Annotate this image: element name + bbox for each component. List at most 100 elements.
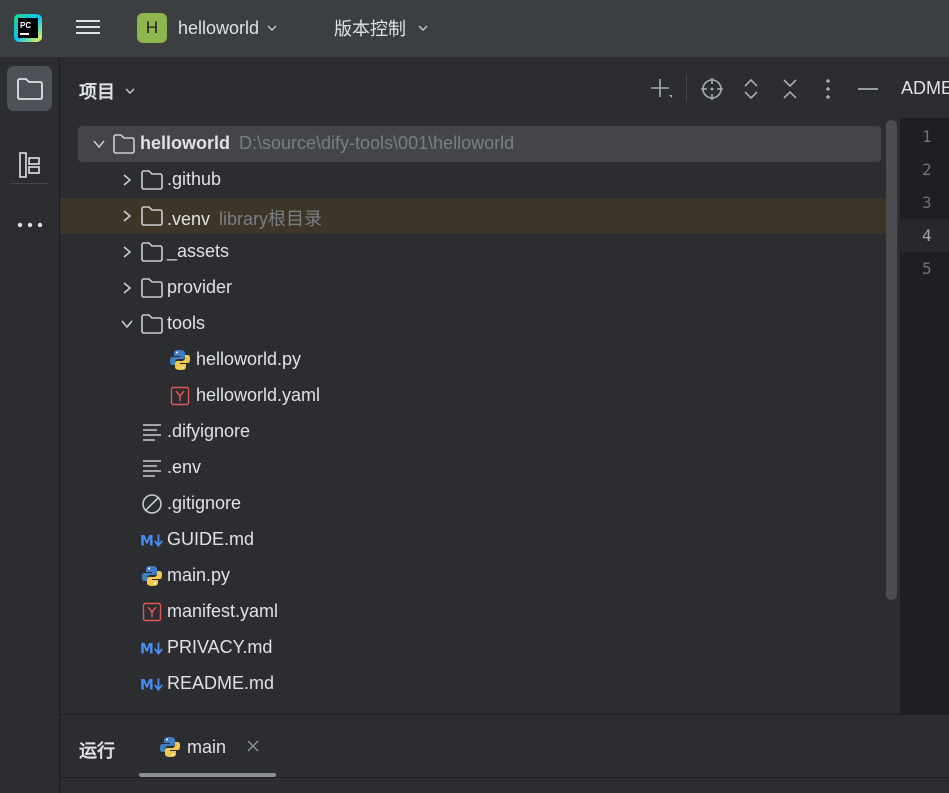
tree-folder-row[interactable]: tools [60, 306, 886, 342]
tree-item-name: main.py [167, 565, 231, 585]
chevron-down-icon [418, 25, 428, 31]
title-bar: PC H helloworld 版本控制 [0, 0, 949, 57]
run-tab-label: main [187, 737, 227, 757]
file-icon-wrapper [140, 456, 164, 480]
project-tool-button[interactable] [7, 66, 52, 111]
chevron-right-icon [123, 210, 132, 222]
locate-file-button[interactable] [700, 77, 724, 101]
line-number-text: 3 [922, 193, 932, 212]
header-separator [686, 74, 687, 102]
project-switcher[interactable]: H helloworld [137, 12, 277, 44]
line-number-text: 5 [922, 259, 932, 278]
svg-text:M: M [140, 678, 154, 694]
more-tools-button[interactable] [7, 202, 52, 247]
python-icon [170, 350, 190, 370]
tree-file-row[interactable]: manifest.yaml [60, 594, 886, 630]
collapse-all-button[interactable] [778, 77, 802, 101]
folder-icon [141, 242, 163, 262]
tree-item-name: helloworld.yaml [196, 385, 321, 405]
tree-file-row[interactable]: main.py [60, 558, 886, 594]
tree-folder-row[interactable]: .github [60, 162, 886, 198]
file-icon-wrapper [140, 492, 164, 516]
line-number: 3 [900, 186, 949, 219]
tree-item-name: .difyignore [167, 421, 251, 441]
tree-item-name: provider [167, 277, 233, 297]
structure-icon [18, 151, 40, 178]
tree-file-row[interactable]: M README.md [60, 666, 886, 702]
main-menu-button[interactable] [74, 16, 102, 40]
collapse-all-icon [783, 79, 797, 99]
tree-folder-row[interactable]: provider [60, 270, 886, 306]
tree-file-row[interactable]: helloworld.py [60, 342, 886, 378]
editor-area: ADME 1 2 3 4 5 [900, 57, 949, 714]
tree-file-row[interactable]: helloworld.yaml [60, 378, 886, 414]
tree-file-row[interactable]: .difyignore [60, 414, 886, 450]
file-icon-wrapper [112, 132, 136, 156]
chevron-down-icon [121, 320, 133, 329]
yaml-icon [170, 386, 190, 406]
minimize-icon [858, 88, 878, 90]
tree-file-row[interactable]: M PRIVACY.md [60, 630, 886, 666]
tree-file-row[interactable]: .env [60, 450, 886, 486]
project-view-selector[interactable]: 项目 [79, 78, 135, 104]
tree-file-row[interactable]: .gitignore [60, 486, 886, 522]
close-icon[interactable] [246, 739, 260, 753]
tree-item-label: tools [167, 313, 205, 334]
vcs-label: 版本控制 [334, 19, 406, 39]
tree-item-label: main.py [167, 565, 230, 586]
expand-all-icon [744, 78, 758, 100]
line-number: 5 [900, 252, 949, 285]
file-icon-wrapper [140, 564, 164, 588]
run-panel-title: 运行 [79, 741, 115, 761]
text-file-icon [143, 424, 161, 441]
line-number: 2 [900, 153, 949, 186]
editor-tab[interactable]: ADME [900, 57, 949, 119]
chevron-down-icon [267, 25, 277, 31]
pycharm-logo-icon[interactable]: PC [14, 14, 42, 42]
file-icon-wrapper: M [140, 528, 164, 552]
run-tab-main[interactable]: main [138, 715, 276, 777]
expand-all-button[interactable] [739, 77, 763, 101]
project-name: helloworld [178, 17, 260, 38]
new-file-button[interactable] [649, 77, 673, 101]
tree-folder-row[interactable]: helloworld D:\source\dify-tools\001\hello… [78, 126, 881, 162]
file-icon-wrapper [168, 348, 192, 372]
file-icon-wrapper: M [140, 636, 164, 660]
run-panel: 运行 main [60, 714, 949, 793]
tree-item-label: .difyignore [167, 421, 250, 442]
tree-item-name: helloworld [140, 133, 230, 153]
tree-item-label: .github [167, 169, 221, 190]
tree-item-name: helloworld.py [196, 349, 302, 369]
tree-item-name: GUIDE.md [167, 529, 255, 549]
editor-tab-label: ADME [901, 78, 949, 98]
chevron-right-icon [123, 246, 132, 258]
markdown-icon: M [140, 642, 163, 658]
structure-tool-button[interactable] [7, 142, 52, 187]
hide-panel-button[interactable] [856, 77, 880, 101]
tree-item-label: .venv library根目录 [167, 205, 322, 231]
tree-item-name: _assets [167, 241, 230, 261]
tree-item-name: tools [167, 313, 206, 333]
file-icon-wrapper [140, 240, 164, 264]
file-icon-wrapper: M [140, 672, 164, 696]
tree-item-label: helloworld.yaml [196, 385, 320, 406]
more-vertical-icon [826, 79, 830, 99]
line-number-text: 1 [922, 127, 932, 146]
tree-item-name: .github [167, 169, 222, 189]
tree-scrollbar[interactable] [886, 120, 897, 600]
tree-item-name: README.md [167, 673, 275, 693]
tree-folder-row[interactable]: _assets [60, 234, 886, 270]
tree-item-label: _assets [167, 241, 229, 262]
tree-file-row[interactable]: M GUIDE.md [60, 522, 886, 558]
svg-text:M: M [140, 642, 154, 658]
vcs-menu[interactable]: 版本控制 [334, 12, 428, 44]
chevron-right-icon [123, 174, 132, 186]
tree-item-label: README.md [167, 673, 274, 694]
tree-folder-row[interactable]: .venv library根目录 [60, 198, 898, 234]
folder-icon [141, 314, 163, 334]
folder-icon [141, 206, 163, 226]
options-button[interactable] [816, 77, 840, 101]
file-icon-wrapper [140, 168, 164, 192]
text-file-icon [143, 460, 161, 477]
project-badge: H [137, 13, 167, 43]
